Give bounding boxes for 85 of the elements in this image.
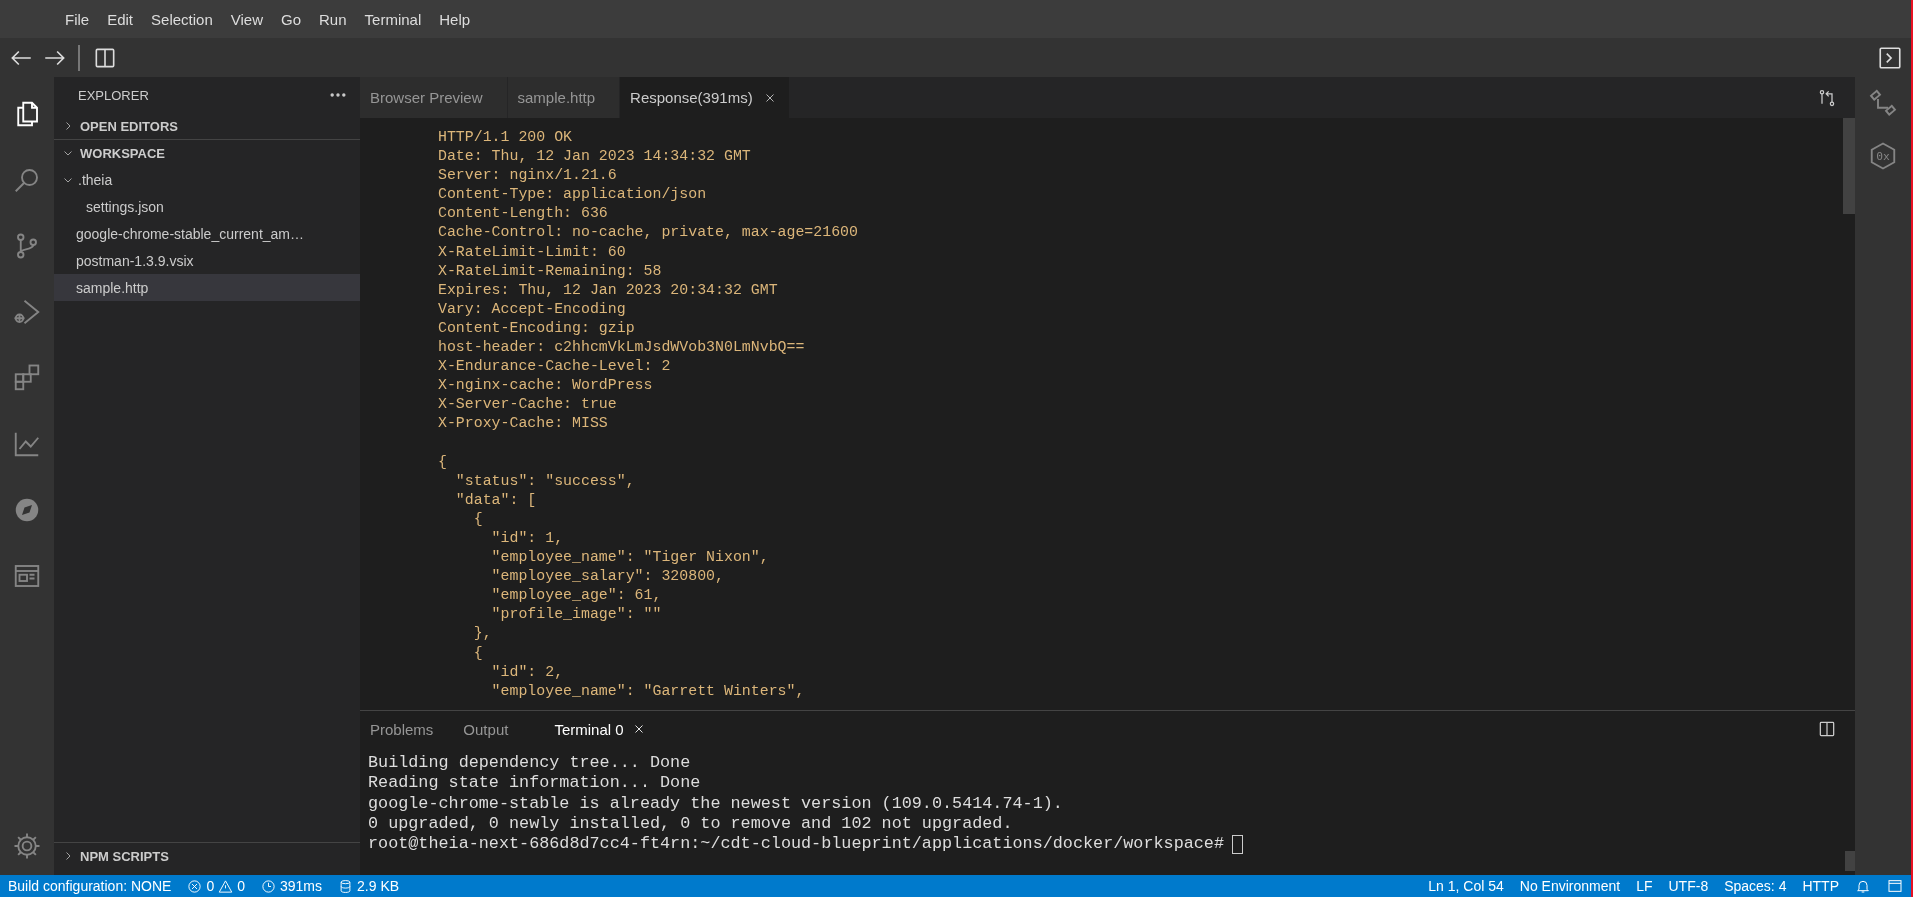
code-line: Content-Encoding: gzip xyxy=(438,318,636,338)
menu-item[interactable]: File xyxy=(56,10,99,28)
code-line: X-Proxy-Cache: MISS xyxy=(438,414,609,434)
code-line: Content-Type: application/json xyxy=(438,185,708,205)
code-line: "id": 2, xyxy=(490,662,565,682)
scrollbar-thumb[interactable] xyxy=(1843,118,1855,214)
menu-item[interactable]: View xyxy=(221,10,272,28)
code-line: "employee_name": "Tiger Nixon", xyxy=(490,548,770,568)
menu-item[interactable]: Selection xyxy=(142,10,222,28)
tab[interactable]: Terminal 0 xyxy=(528,711,666,747)
error-count[interactable]: 0 xyxy=(206,878,215,894)
hierarchy-icon[interactable] xyxy=(1868,89,1898,119)
code-line: Server: nginx/1.21.6 xyxy=(438,166,618,186)
status-item[interactable]: Build configuration: NONE xyxy=(8,878,172,894)
compare-changes-icon[interactable] xyxy=(1817,87,1837,108)
terminal-line: 0 upgraded, 0 newly installed, 0 to remove and 102 not upgraded. xyxy=(368,813,1014,835)
status-item[interactable]: UTF-8 xyxy=(1668,878,1709,894)
tab[interactable]: sample.http xyxy=(507,77,621,118)
code-line: Cache-Control: no-cache, private, max-age=21600 xyxy=(438,223,859,243)
code-line: "data": [ xyxy=(454,490,538,510)
code-line: { xyxy=(438,452,448,472)
terminal-prompt: root@theia-next-686d8d7cc4-ft4rn:~/cdt-cloud-blueprint/applications/docker/workspace# xyxy=(368,834,1224,855)
tab[interactable]: Problems xyxy=(360,711,454,747)
menu-item[interactable]: Run xyxy=(310,10,356,28)
tab[interactable]: Output xyxy=(453,711,529,747)
status-item[interactable]: No Environment xyxy=(1519,878,1621,894)
code-line: Content-Length: 636 xyxy=(438,204,609,224)
code-line: "employee_name": "Garrett Winters", xyxy=(490,681,806,701)
sidebar-title: EXPLORER xyxy=(78,87,149,103)
code-line: "employee_age": 61, xyxy=(490,586,663,606)
section-header[interactable]: OPEN EDITORS xyxy=(54,113,360,139)
code-line: Expires: Thu, 12 Jan 2023 20:34:32 GMT xyxy=(438,280,779,300)
tree-item[interactable]: google-chrome-stable_current_am… xyxy=(54,220,360,247)
clock-icon xyxy=(261,878,276,894)
warning-icon[interactable] xyxy=(218,878,234,894)
code-line: X-Endurance-Cache-Level: 2 xyxy=(438,357,672,377)
code-line: { xyxy=(472,643,484,663)
tree-item[interactable]: sample.http xyxy=(54,274,360,301)
code-line: host-header: c2hhcmVkLmJsdWVob3N0LmNvbQ== xyxy=(438,338,806,358)
terminal-line: google-chrome-stable is already the newest version (109.0.5414.74-1). xyxy=(368,793,1064,814)
code-line: "status": "success", xyxy=(454,471,636,491)
code-line: Date: Thu, 12 Jan 2023 14:34:32 GMT xyxy=(438,147,752,167)
code-line: "profile_image": "" xyxy=(490,605,663,625)
menu-item[interactable]: Go xyxy=(272,10,310,28)
warning-count[interactable]: 0 xyxy=(237,878,245,894)
tree-item[interactable]: .theia xyxy=(54,166,360,193)
bell-icon[interactable] xyxy=(1855,878,1871,894)
tab[interactable]: Response(391ms) xyxy=(620,77,790,118)
section-header[interactable]: WORKSPACE xyxy=(54,139,360,166)
code-line: HTTP/1.1 200 OK xyxy=(438,128,574,147)
status-item[interactable]: HTTP xyxy=(1802,878,1839,894)
database-icon xyxy=(338,878,354,894)
code-line: }, xyxy=(472,624,493,644)
section-header[interactable]: NPM SCRIPTS xyxy=(54,842,360,869)
code-line: "employee_salary": 320800, xyxy=(490,567,725,587)
code-line: X-RateLimit-Remaining: 58 xyxy=(438,261,663,281)
code-line: X-Server-Cache: true xyxy=(438,395,618,415)
response-size: 2.9 KB xyxy=(357,878,400,894)
terminal-line: Building dependency tree... Done xyxy=(368,753,692,774)
response-time: 391ms xyxy=(280,878,323,894)
code-line: "id": 1, xyxy=(490,528,565,548)
terminal-toggle-icon[interactable] xyxy=(1877,44,1903,71)
code-line: Vary: Accept-Encoding xyxy=(438,299,627,319)
hexagon-icon[interactable]: 0x xyxy=(1868,141,1898,171)
settings-icon[interactable] xyxy=(12,831,42,861)
terminal-cursor xyxy=(1232,834,1243,854)
status-item[interactable]: Spaces: 4 xyxy=(1724,878,1787,894)
split-panel-icon[interactable] xyxy=(1817,719,1837,739)
status-item[interactable]: Ln 1, Col 54 xyxy=(1428,878,1504,894)
tree-item[interactable]: postman-1.3.9.vsix xyxy=(54,247,360,274)
scrollbar-thumb[interactable] xyxy=(1845,851,1855,871)
menu-item[interactable]: Edit xyxy=(98,10,143,28)
code-line: { xyxy=(472,509,484,529)
status-item[interactable]: LF xyxy=(1636,878,1653,894)
code-line: X-nginx-cache: WordPress xyxy=(438,376,654,396)
extensions-icon[interactable] xyxy=(12,363,42,393)
tab[interactable]: Browser Preview xyxy=(360,77,508,118)
error-icon[interactable] xyxy=(187,878,203,894)
terminal-line: Reading state information... Done xyxy=(368,773,702,794)
run-debug-icon[interactable] xyxy=(12,297,42,327)
menu-item[interactable]: Terminal xyxy=(355,10,431,28)
tree-item[interactable]: settings.json xyxy=(54,193,360,220)
menu-item[interactable]: Help xyxy=(430,10,480,28)
code-line: X-RateLimit-Limit: 60 xyxy=(438,242,627,262)
layout-icon[interactable] xyxy=(1887,878,1903,894)
